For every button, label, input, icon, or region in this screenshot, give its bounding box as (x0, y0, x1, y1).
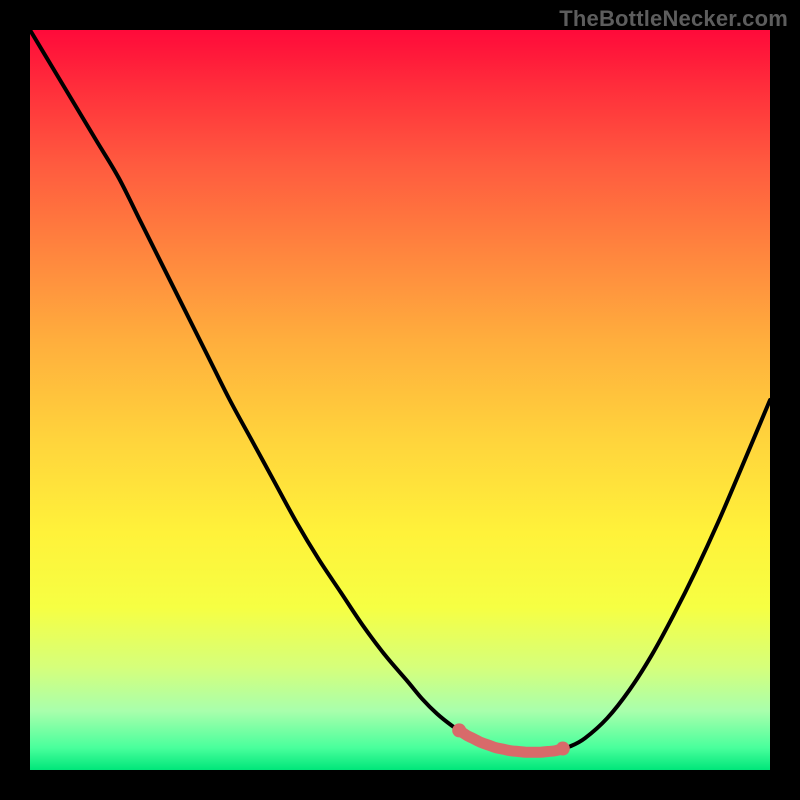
curve-svg (30, 30, 770, 770)
bottleneck-curve (30, 30, 770, 752)
plot-area (30, 30, 770, 770)
watermark-label: TheBottleNecker.com (559, 6, 788, 32)
optimal-range-marker (459, 730, 563, 752)
optimal-range-end-dot (556, 742, 570, 756)
chart-frame: TheBottleNecker.com (0, 0, 800, 800)
optimal-range-start-dot (452, 723, 466, 737)
